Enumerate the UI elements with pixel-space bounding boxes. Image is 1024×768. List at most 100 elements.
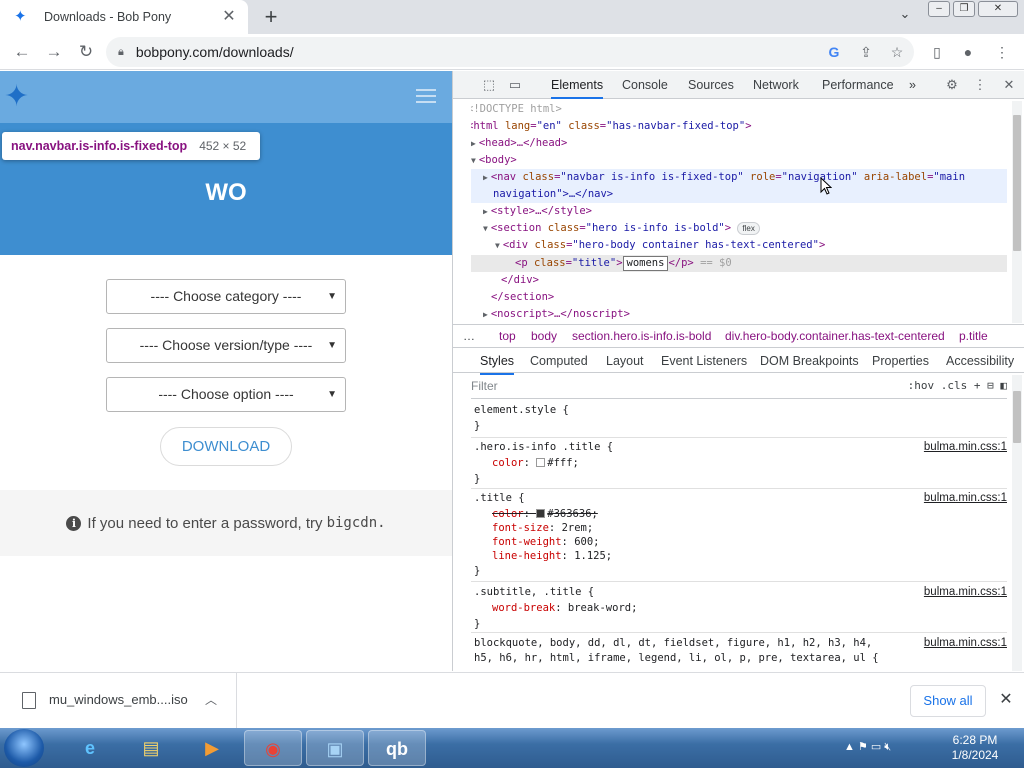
tab-layout[interactable]: Layout (606, 349, 644, 373)
rule-title[interactable]: .title { bulma.min.css:1 color: #363636;… (471, 489, 1007, 582)
tab-computed[interactable]: Computed (530, 349, 588, 373)
tab-event-listeners[interactable]: Event Listeners (661, 349, 747, 373)
download-file-name: mu_windows_emb....iso (49, 692, 188, 707)
new-tab-button[interactable]: + (258, 4, 284, 30)
dom-body[interactable]: ▼ <body> (471, 152, 517, 169)
tab-close-icon[interactable]: ✕ (220, 8, 238, 26)
tab-elements[interactable]: Elements (551, 71, 604, 99)
system-tray[interactable]: ▲ ⚑ ▭ 🔇︎ (844, 740, 891, 754)
browser-menu-icon[interactable]: ⋮ (992, 42, 1012, 62)
chevron-up-icon[interactable]: ︿ (205, 691, 217, 708)
forward-icon[interactable]: → (42, 40, 66, 64)
dom-style[interactable]: ▶ <style>…</style> (483, 203, 592, 220)
dom-html[interactable]: <html lang="en" class="has-navbar-fixed-… (471, 118, 752, 135)
breadcrumb-top[interactable]: top (499, 325, 516, 347)
share-icon[interactable]: ⇪ (856, 42, 876, 62)
option-select[interactable]: ---- Choose option ---- ▼ (106, 377, 346, 412)
devtools-close-icon[interactable]: ✕ (999, 75, 1019, 95)
source-link[interactable]: bulma.min.css:1 (924, 636, 1007, 651)
dom-div[interactable]: ▼ <div class="hero-body container has-tex… (495, 237, 825, 254)
hamburger-menu-icon[interactable] (416, 89, 436, 103)
tooltip-selector: nav.navbar.is-info.is-fixed-top (11, 139, 188, 153)
back-icon[interactable]: ← (10, 40, 34, 64)
tab-dom-breakpoints[interactable]: DOM Breakpoints (760, 349, 859, 373)
filter-tools[interactable]: :hov .cls + ⊟ ◧ (908, 373, 1007, 399)
filter-input[interactable]: Filter (471, 379, 498, 393)
window-close-button[interactable]: ✕ (978, 1, 1018, 17)
styles-filter[interactable]: Filter :hov .cls + ⊟ ◧ (471, 373, 1007, 399)
source-link[interactable]: bulma.min.css:1 (924, 491, 1007, 506)
dom-section-close[interactable]: </section> (491, 289, 554, 306)
bookmark-star-icon[interactable]: ☆ (887, 42, 907, 62)
text-node-editor[interactable]: womens (622, 256, 669, 271)
styles-rules: element.style { } .hero.is-info .title {… (471, 401, 1007, 671)
rule-reset[interactable]: blockquote, body, dd, dl, dt, fieldset, … (471, 633, 1007, 671)
rule-element-style[interactable]: element.style { } (471, 401, 1007, 438)
styles-scrollbar[interactable] (1012, 375, 1022, 671)
qbittorrent-icon[interactable]: qb (368, 730, 426, 766)
chrome-icon[interactable]: ◉ (244, 730, 302, 766)
tab-accessibility[interactable]: Accessibility (946, 349, 1014, 373)
url-text: bobpony.com/downloads/ (135, 44, 294, 60)
close-shelf-icon[interactable]: ✕ (996, 689, 1016, 709)
profile-avatar-icon[interactable]: ● (958, 42, 978, 62)
devtools-menu-icon[interactable]: ⋮ (970, 75, 990, 95)
dom-head[interactable]: ▶ <head>…</head> (471, 135, 567, 152)
tab-styles[interactable]: Styles (480, 349, 515, 375)
breadcrumb-p-title[interactable]: p.title (959, 325, 988, 347)
tab-network[interactable]: Network (753, 71, 799, 99)
source-link[interactable]: bulma.min.css:1 (924, 440, 1007, 455)
breadcrumb-scroll-left[interactable]: … (463, 325, 475, 347)
breadcrumb-body[interactable]: body (531, 325, 557, 347)
flex-badge[interactable]: flex (737, 222, 760, 235)
show-all-button[interactable]: Show all (910, 685, 986, 717)
tab-search-icon[interactable]: ⌄ (895, 6, 915, 26)
download-button[interactable]: DOWNLOAD (160, 427, 292, 466)
clock-time: 6:28 PM (952, 733, 998, 747)
tab-performance[interactable]: Performance (822, 71, 894, 99)
clock[interactable]: 6:28 PM 1/8/2024 (940, 733, 1010, 763)
address-bar[interactable]: 🔒︎ bobpony.com/downloads/ (106, 37, 914, 67)
dom-doctype[interactable]: <!DOCTYPE html> (471, 101, 562, 118)
start-button[interactable] (4, 729, 44, 767)
breadcrumb-section[interactable]: section.hero.is-info.is-bold (572, 325, 711, 347)
rule-subtitle-title[interactable]: .subtitle, .title { bulma.min.css:1 word… (471, 582, 1007, 633)
color-swatch-icon (536, 458, 546, 467)
internet-explorer-icon[interactable]: e (61, 730, 119, 766)
tab-sources[interactable]: Sources (688, 71, 734, 99)
expand-triangle-icon: ▶ (483, 310, 488, 319)
notice-text: If you need to enter a password, try (87, 514, 323, 532)
breadcrumb-div[interactable]: div.hero-body.container.has-text-centere… (725, 325, 945, 347)
file-explorer-icon[interactable]: ▤ (122, 730, 180, 766)
more-tabs-icon[interactable]: » (909, 71, 916, 99)
device-toolbar-icon[interactable]: ▭ (505, 75, 525, 95)
dom-nav[interactable]: ▶ <nav class="navbar is-info is-fixed-top… (483, 169, 965, 186)
browser-tab[interactable]: ✦ Downloads - Bob Pony ✕ (0, 0, 248, 34)
media-player-icon[interactable]: ▶ (183, 730, 241, 766)
dom-p-title[interactable]: <p class="title"> womens </p> == $0 (515, 255, 732, 272)
tab-properties[interactable]: Properties (872, 349, 929, 373)
bobpony-logo-icon[interactable]: ✦ (4, 77, 44, 117)
google-translate-icon[interactable]: G (824, 42, 844, 62)
inspect-element-icon[interactable]: ⬚ (479, 75, 499, 95)
dom-nav-cont[interactable]: navigation">…</nav> (493, 186, 613, 203)
version-select[interactable]: ---- Choose version/type ---- ▼ (106, 328, 346, 363)
notice-password: bigcdn. (326, 515, 386, 531)
dom-noscript[interactable]: ▶ <noscript>…</noscript> (483, 306, 630, 321)
reload-icon[interactable]: ↻ (74, 40, 98, 64)
category-select[interactable]: ---- Choose category ---- ▼ (106, 279, 346, 314)
tab-console[interactable]: Console (622, 71, 668, 99)
minimize-button[interactable]: – (928, 1, 950, 17)
dom-section[interactable]: ▼ <section class="hero is-info is-bold"> … (483, 220, 760, 237)
side-panel-icon[interactable]: ▯ (927, 42, 947, 62)
image-viewer-icon[interactable]: ▣ (306, 730, 364, 766)
dom-div-close[interactable]: </div> (501, 272, 539, 289)
styles-subtabs: Styles Computed Layout Event Listeners D… (453, 349, 1024, 375)
source-link[interactable]: bulma.min.css:1 (924, 585, 1007, 600)
rule-hero-title[interactable]: .hero.is-info .title { bulma.min.css:1 c… (471, 438, 1007, 489)
dom-scrollbar[interactable] (1012, 101, 1022, 323)
restore-button[interactable]: ❐ (953, 1, 975, 17)
download-item[interactable]: mu_windows_emb....iso ︿ (0, 673, 237, 729)
settings-gear-icon[interactable]: ⚙ (942, 75, 962, 95)
windows-taskbar: e ▤ ▶ ◉ ▣ qb ▲ ⚑ ▭ 🔇︎ 6:28 PM 1/8/2024 (0, 728, 1024, 768)
